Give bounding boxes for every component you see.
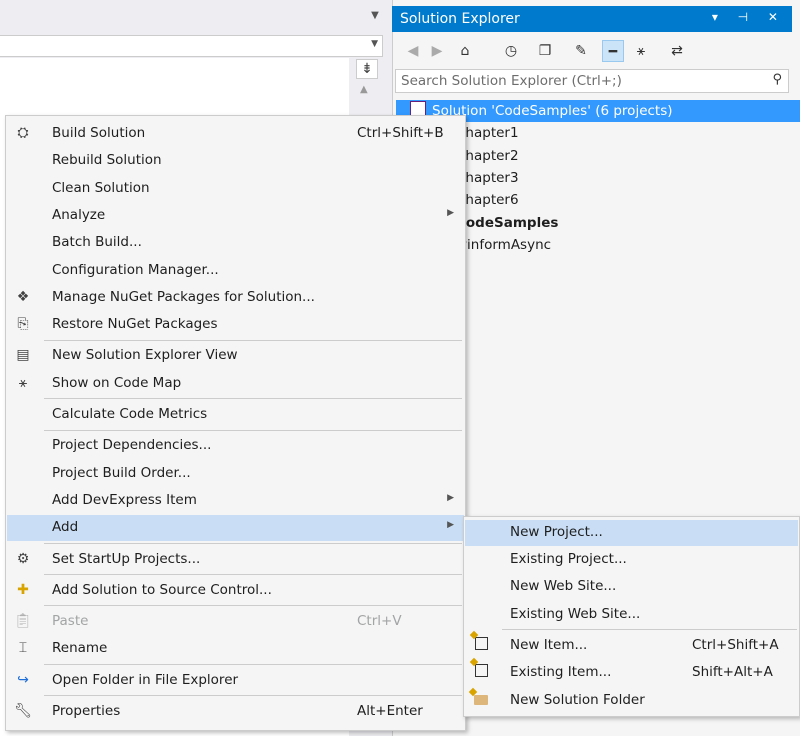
solution-explorer-search[interactable]: ⚲ xyxy=(395,69,789,93)
collapse-all-icon[interactable]: ❐ xyxy=(534,40,556,62)
preview-icon[interactable]: ━ xyxy=(602,40,624,62)
menu-item-existing-item[interactable]: Existing Item... Shift+Alt+A xyxy=(465,660,798,686)
new-view-icon: ▤ xyxy=(16,347,30,363)
menu-item-new-se-view[interactable]: ▤ New Solution Explorer View xyxy=(7,343,464,369)
submenu-arrow-icon: ▶ xyxy=(447,208,454,218)
properties-icon[interactable]: ✎ xyxy=(570,40,592,62)
menu-item-properties[interactable]: 🔧︎ Properties Alt+Enter xyxy=(7,699,464,725)
code-map-icon: ⚹ xyxy=(18,375,28,391)
menu-item-restore-nuget[interactable]: ⎘ Restore NuGet Packages xyxy=(7,312,464,338)
wrench-icon: 🔧︎ xyxy=(14,703,32,719)
chevron-down-icon: ▼ xyxy=(371,39,378,49)
menu-item-new-item[interactable]: New Item... Ctrl+Shift+A xyxy=(465,633,798,659)
search-icon[interactable]: ⚲ xyxy=(772,72,782,87)
rename-icon: ⌶ xyxy=(18,640,28,656)
menu-item-batch-build[interactable]: Batch Build... xyxy=(7,230,464,256)
gear-icon: ⚙ xyxy=(16,551,30,567)
menu-item-set-startup[interactable]: ⚙ Set StartUp Projects... xyxy=(7,547,464,573)
history-icon[interactable]: ◷ xyxy=(500,40,522,62)
back-icon[interactable]: ◀ xyxy=(402,40,424,62)
navigation-dropdown[interactable]: ▼ xyxy=(0,35,383,57)
code-map-icon[interactable]: ⚹ xyxy=(630,40,652,62)
menu-item-existing-web-site[interactable]: Existing Web Site... xyxy=(465,602,798,628)
menu-item-calc-metrics[interactable]: Calculate Code Metrics xyxy=(7,402,464,428)
menu-item-clean-solution[interactable]: Clean Solution xyxy=(7,176,464,202)
menu-item-add-source-control[interactable]: ✚ Add Solution to Source Control... xyxy=(7,578,464,604)
solution-explorer-toolbar: ◀ ▶ ⌂ ◷ ❐ ✎ ━ ⚹ ⇄ xyxy=(398,38,798,66)
menu-item-build-solution[interactable]: ⛭ Build Solution Ctrl+Shift+B xyxy=(7,121,464,147)
menu-item-analyze[interactable]: Analyze ▶ xyxy=(7,203,464,229)
menu-item-new-web-site[interactable]: New Web Site... xyxy=(465,574,798,600)
search-input[interactable] xyxy=(396,70,746,92)
menu-separator xyxy=(44,695,462,696)
menu-separator xyxy=(44,398,462,399)
menu-separator xyxy=(44,340,462,341)
solution-explorer-title-bar: Solution Explorer ▾ ⊣ ✕ xyxy=(392,6,792,32)
submenu-arrow-icon: ▶ xyxy=(447,520,454,530)
new-folder-icon xyxy=(471,692,491,709)
menu-item-add-devexpress[interactable]: Add DevExpress Item ▶ xyxy=(7,488,464,514)
menu-separator xyxy=(44,664,462,665)
menu-item-rebuild-solution[interactable]: Rebuild Solution xyxy=(7,148,464,174)
nuget-package-icon: ❖ xyxy=(16,289,30,305)
menu-item-rename[interactable]: ⌶ Rename xyxy=(7,636,464,662)
sync-icon[interactable]: ⇄ xyxy=(666,40,688,62)
menu-item-project-dependencies[interactable]: Project Dependencies... xyxy=(7,433,464,459)
source-control-icon: ✚ xyxy=(17,582,29,598)
menu-item-show-code-map[interactable]: ⚹ Show on Code Map xyxy=(7,371,464,397)
menu-separator xyxy=(502,629,797,630)
menu-item-existing-project[interactable]: Existing Project... xyxy=(465,547,798,573)
forward-icon[interactable]: ▶ xyxy=(426,40,448,62)
menu-item-new-solution-folder[interactable]: New Solution Folder xyxy=(465,688,798,714)
add-submenu: New Project... Existing Project... New W… xyxy=(463,516,800,717)
menu-item-new-project[interactable]: New Project... xyxy=(465,520,798,546)
menu-item-project-build-order[interactable]: Project Build Order... xyxy=(7,461,464,487)
editor-tab-strip xyxy=(0,0,392,34)
solution-context-menu: ⛭ Build Solution Ctrl+Shift+B Rebuild So… xyxy=(5,115,466,731)
home-icon[interactable]: ⌂ xyxy=(454,40,476,62)
split-editor-icon[interactable]: ⇟ xyxy=(356,59,378,79)
menu-item-manage-nuget[interactable]: ❖ Manage NuGet Packages for Solution... xyxy=(7,285,464,311)
menu-separator xyxy=(44,605,462,606)
menu-separator xyxy=(44,430,462,431)
scroll-up-icon[interactable]: ▲ xyxy=(360,84,368,95)
menu-item-configuration-manager[interactable]: Configuration Manager... xyxy=(7,258,464,284)
open-folder-icon: ↪ xyxy=(17,672,29,688)
restore-icon: ⎘ xyxy=(17,316,29,332)
submenu-arrow-icon: ▶ xyxy=(447,493,454,503)
panel-window-buttons[interactable]: ▾ ⊣ ✕ xyxy=(712,10,786,24)
paste-icon: 📋︎ xyxy=(14,613,32,629)
menu-separator xyxy=(44,574,462,575)
menu-item-open-folder[interactable]: ↪ Open Folder in File Explorer xyxy=(7,668,464,694)
build-icon: ⛭ xyxy=(17,125,29,141)
menu-item-add[interactable]: Add ▶ xyxy=(7,515,464,541)
menu-item-paste[interactable]: 📋︎ Paste Ctrl+V xyxy=(7,609,464,635)
existing-item-icon xyxy=(471,664,491,681)
tab-overflow-icon[interactable]: ▼ xyxy=(368,10,382,24)
menu-separator xyxy=(44,543,462,544)
panel-title: Solution Explorer xyxy=(400,11,520,27)
new-item-icon xyxy=(471,637,491,654)
